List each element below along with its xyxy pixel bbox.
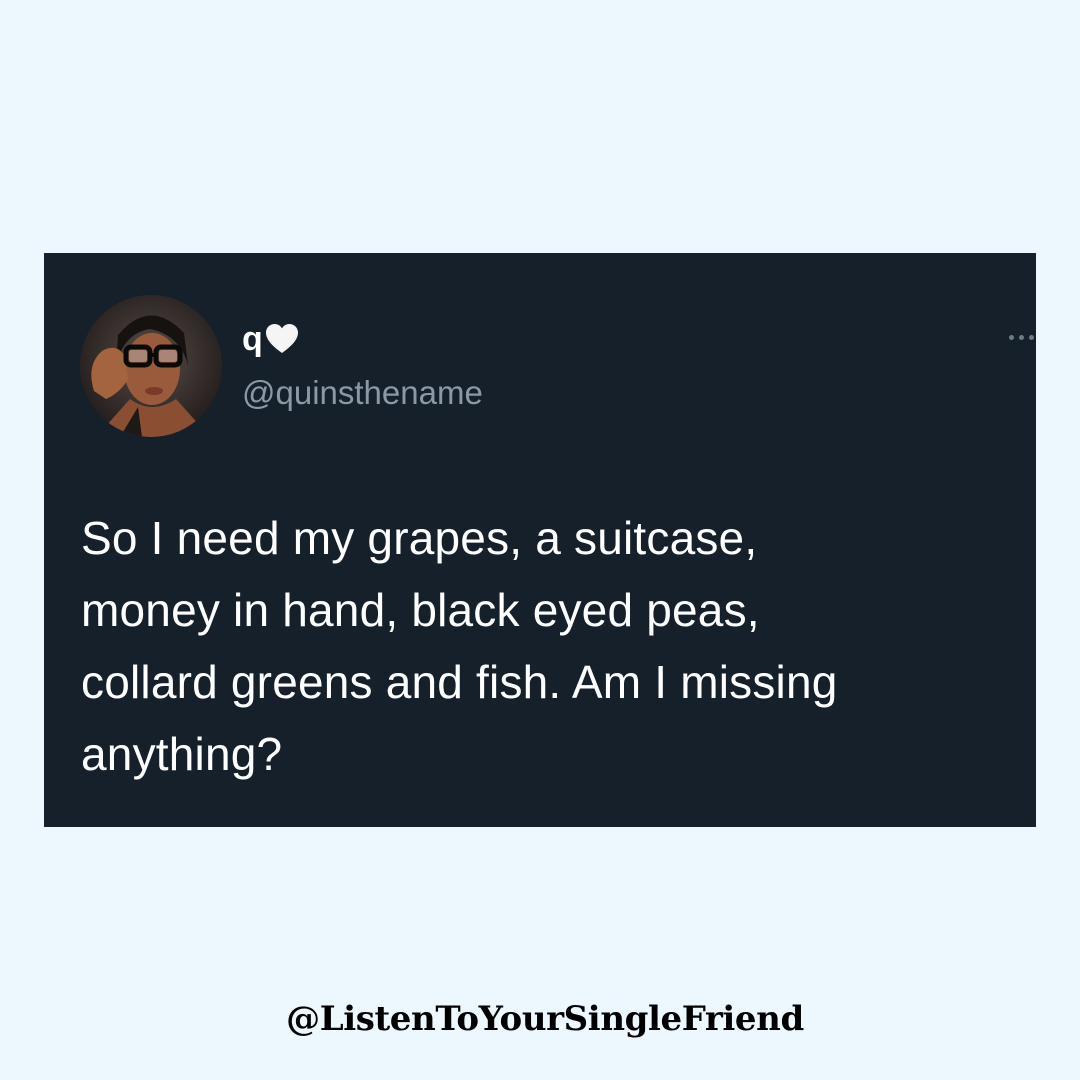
display-name[interactable]: q <box>242 319 299 359</box>
more-horizontal-icon <box>1019 334 1024 340</box>
white-heart-icon <box>265 324 298 353</box>
more-horizontal-icon <box>1009 334 1014 340</box>
tweet-text-line: money in hand, black eyed peas, <box>81 584 760 636</box>
more-horizontal-icon <box>1029 334 1034 340</box>
avatar[interactable] <box>80 295 222 437</box>
avatar-photo <box>80 295 222 437</box>
tweet-card[interactable]: q @quinsthename So I need my grapes, a s… <box>44 253 1036 827</box>
tweet-text-line: collard greens and fish. Am I missing <box>81 656 838 708</box>
user-handle[interactable]: @quinsthename <box>242 373 483 413</box>
more-options-button[interactable] <box>996 325 1036 349</box>
tweet-text-line: So I need my grapes, a suitcase, <box>81 512 758 564</box>
watermark-handle: @ListenToYourSingleFriend <box>286 999 804 1039</box>
tweet-text-line: anything? <box>81 728 283 780</box>
tweet-text: So I need my grapes, a suitcase, money i… <box>81 502 1011 790</box>
display-name-text: q <box>242 320 263 358</box>
